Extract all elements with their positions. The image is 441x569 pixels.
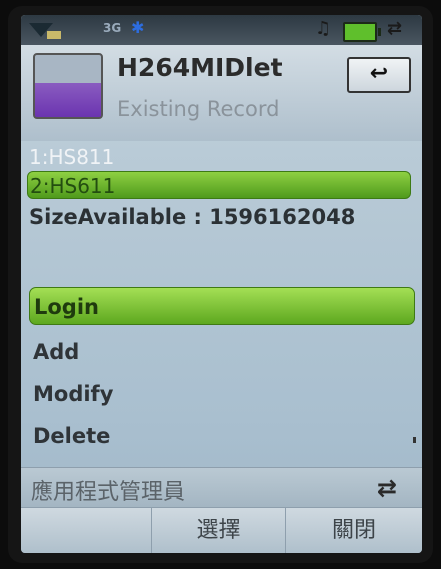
- app-icon: [33, 53, 103, 119]
- bluetooth-icon: ✱: [131, 18, 145, 37]
- battery-icon: [343, 22, 381, 42]
- music-icon: ♫: [315, 18, 332, 39]
- back-button[interactable]: ↩: [347, 57, 411, 93]
- menu-label: Add: [33, 340, 80, 364]
- menu-item-delete[interactable]: Delete: [29, 417, 415, 455]
- back-arrow-icon: ↩: [369, 61, 389, 86]
- phone-screen: 3G ✱ ♫ ⇄ H264MIDlet Existing Record ↩ 1:…: [21, 15, 422, 553]
- record-label: 2:HS611: [30, 174, 116, 198]
- sync-icon: ⇄: [387, 18, 403, 39]
- menu-label: Modify: [33, 382, 114, 406]
- menu-label: Login: [34, 295, 99, 319]
- app-header: H264MIDlet Existing Record ↩: [21, 45, 422, 141]
- scroll-indicator: [413, 437, 416, 443]
- record-label: 1:HS811: [29, 145, 115, 169]
- app-manager-label: 應用程式管理員: [31, 480, 186, 505]
- network-type: 3G: [103, 21, 122, 35]
- record-item-1[interactable]: 1:HS811: [27, 143, 411, 171]
- menu-item-login[interactable]: Login: [29, 287, 415, 325]
- record-item-2[interactable]: 2:HS611: [27, 171, 411, 199]
- menu-label: Delete: [33, 424, 111, 448]
- app-subtitle: Existing Record: [117, 97, 280, 121]
- softkey-left[interactable]: [21, 508, 152, 553]
- softkey-bar: 選擇 關閉: [21, 507, 422, 553]
- softkey-close[interactable]: 關閉: [286, 508, 422, 553]
- app-manager-bar[interactable]: 應用程式管理員 ⇄: [21, 467, 422, 508]
- menu-item-add[interactable]: Add: [29, 333, 415, 371]
- softkey-select[interactable]: 選擇: [152, 508, 286, 553]
- app-title: H264MIDlet: [117, 53, 283, 82]
- status-bar: 3G ✱ ♫ ⇄: [21, 15, 422, 45]
- menu-item-modify[interactable]: Modify: [29, 375, 415, 413]
- signal-strength-icon: [47, 31, 61, 39]
- sync-icon: ⇄: [377, 474, 398, 502]
- size-available-text: SizeAvailable : 1596162048: [29, 205, 356, 229]
